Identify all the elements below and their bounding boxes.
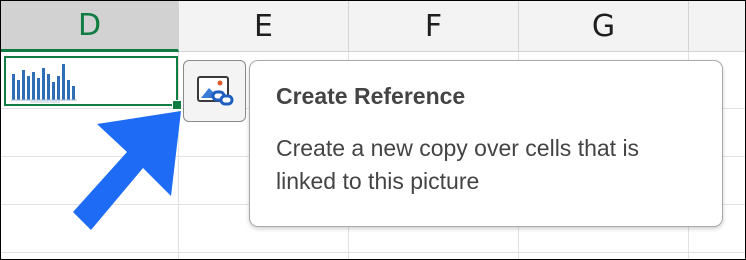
tooltip-description-line1: Create a new copy over cells that is <box>276 135 640 161</box>
tooltip-description: Create a new copy over cells that is lin… <box>276 132 696 198</box>
spreadsheet-view: D E F G Create Reference Create a new co… <box>0 0 746 260</box>
tooltip-title: Create Reference <box>276 83 466 109</box>
create-reference-tooltip: Create Reference Create a new copy over … <box>249 60 723 227</box>
column-header-d[interactable]: D <box>1 1 179 52</box>
create-reference-button[interactable] <box>183 60 246 122</box>
column-header-e[interactable]: E <box>179 1 349 52</box>
column-header-g[interactable]: G <box>519 1 689 52</box>
column-header-next[interactable] <box>689 1 745 52</box>
tooltip-description-line2: linked to this picture <box>276 168 480 194</box>
row-gridline <box>1 252 745 253</box>
blue-arrow-icon <box>73 111 181 230</box>
column-header-f[interactable]: F <box>349 1 519 52</box>
create-reference-icon <box>196 76 233 106</box>
